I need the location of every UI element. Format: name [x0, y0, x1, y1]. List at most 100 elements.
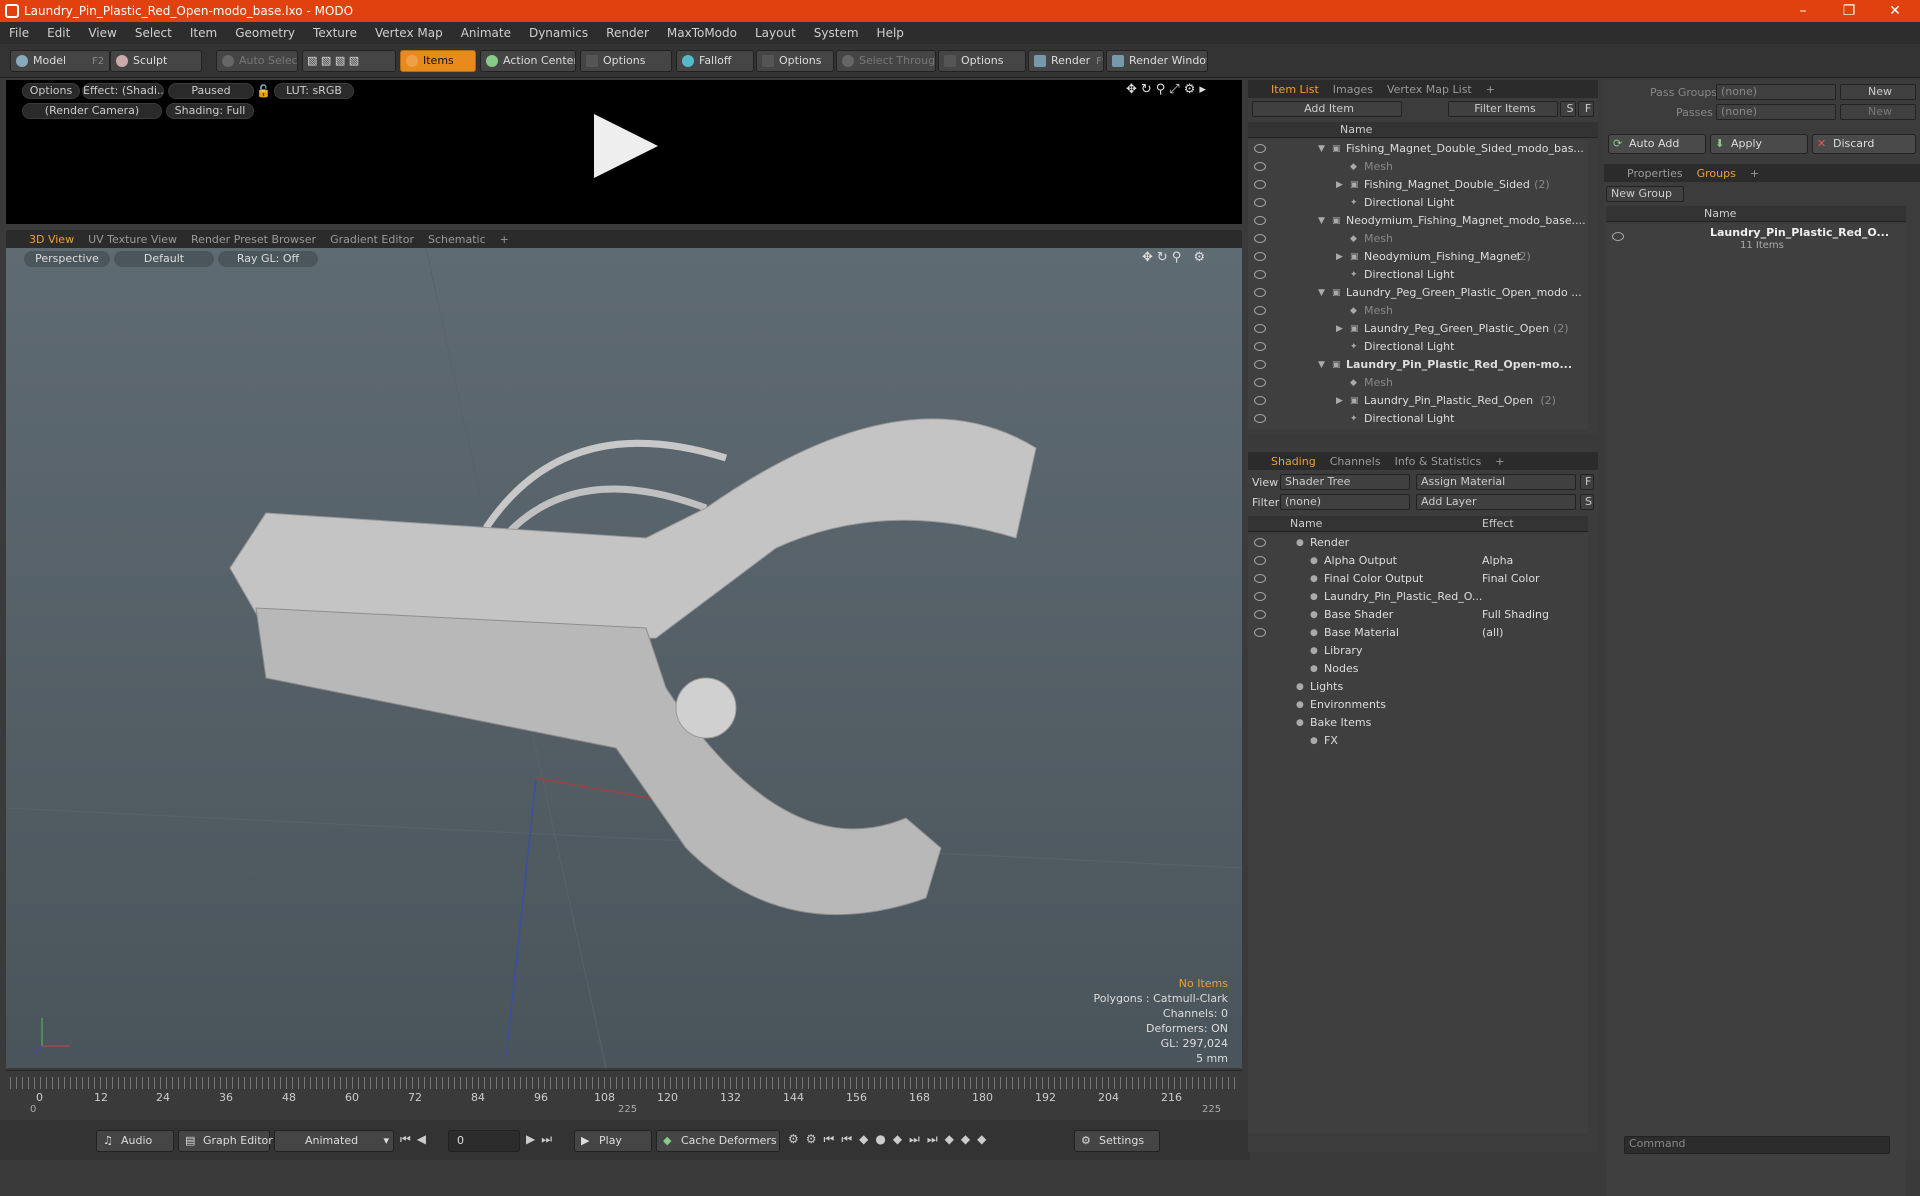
- apply-button[interactable]: ⬇ Apply: [1710, 134, 1808, 154]
- list-item[interactable]: ◆ Mesh: [1248, 374, 1588, 392]
- menu-select[interactable]: Select: [126, 26, 181, 40]
- list-item[interactable]: ▶ ▣ Laundry_Peg_Green_Plastic_Open (2): [1248, 320, 1588, 338]
- step-controls[interactable]: ▶⏭: [526, 1132, 558, 1147]
- expand-down-icon[interactable]: ▼: [1318, 356, 1325, 374]
- table-row[interactable]: ● Final Color Output Final Color: [1248, 570, 1588, 588]
- table-row[interactable]: ● Nodes: [1248, 660, 1588, 678]
- eye-icon[interactable]: [1254, 538, 1266, 547]
- view-dropdown[interactable]: Shader Tree: [1280, 474, 1410, 490]
- 3d-viewport[interactable]: Perspective Default Ray GL: Off ✥↻⚲ ⚙ No…: [6, 248, 1242, 1068]
- expand-down-icon[interactable]: ▼: [1318, 212, 1325, 230]
- tab-vertex-map-list[interactable]: Vertex Map List: [1380, 83, 1479, 96]
- selection-mode-icons[interactable]: ▧ ▧ ▧ ▧: [302, 50, 396, 72]
- eye-icon[interactable]: [1254, 628, 1266, 637]
- cache-deformers-button[interactable]: ◆ Cache Deformers: [656, 1130, 780, 1152]
- eye-icon[interactable]: [1254, 162, 1266, 171]
- sculpt-mode-button[interactable]: Sculpt: [110, 50, 202, 72]
- table-row[interactable]: ● Base Material (all): [1248, 624, 1588, 642]
- new-group-button[interactable]: New Group: [1606, 186, 1684, 202]
- menu-file[interactable]: File: [0, 26, 38, 40]
- add-tab-button[interactable]: +: [1488, 455, 1511, 468]
- list-item[interactable]: ◆ Mesh: [1248, 230, 1588, 248]
- graph-editor-button[interactable]: ▤ Graph Editor: [178, 1130, 273, 1152]
- eye-icon[interactable]: [1254, 556, 1266, 565]
- menu-help[interactable]: Help: [868, 26, 913, 40]
- layer-effect[interactable]: (all): [1482, 624, 1503, 642]
- maximize-button[interactable]: ❐: [1828, 0, 1870, 22]
- list-item[interactable]: ✦ Directional Light: [1248, 266, 1588, 284]
- expand-right-icon[interactable]: ▶: [1336, 248, 1343, 266]
- animated-dropdown[interactable]: Animated ▾: [274, 1130, 394, 1152]
- tab-3d-view[interactable]: 3D View: [22, 233, 81, 246]
- eye-icon[interactable]: [1254, 288, 1266, 297]
- close-button[interactable]: ✕: [1874, 0, 1916, 22]
- eye-icon[interactable]: [1254, 342, 1266, 351]
- table-row[interactable]: ● Base Shader Full Shading: [1248, 606, 1588, 624]
- list-item[interactable]: ▼ ▣ Laundry_Pin_Plastic_Red_Open-mo...: [1248, 356, 1588, 374]
- table-row[interactable]: ● Bake Items: [1248, 714, 1588, 732]
- skip-controls[interactable]: ⏮◀: [400, 1132, 432, 1147]
- expand-right-icon[interactable]: ▶: [1336, 392, 1343, 410]
- shading-f-button[interactable]: F: [1580, 474, 1594, 490]
- eye-icon[interactable]: [1254, 360, 1266, 369]
- list-item[interactable]: ▼ ▣ Laundry_Peg_Green_Plastic_Open_modo ..…: [1248, 284, 1588, 302]
- eye-icon[interactable]: [1254, 144, 1266, 153]
- falloff-button[interactable]: Falloff: [676, 50, 754, 72]
- eye-icon[interactable]: [1254, 414, 1266, 423]
- action-center-options-button[interactable]: Options: [580, 50, 672, 72]
- table-row[interactable]: ● Render: [1248, 534, 1588, 552]
- menu-geometry[interactable]: Geometry: [226, 26, 304, 40]
- eye-icon[interactable]: [1254, 180, 1266, 189]
- list-item[interactable]: ▼ ▣ Fishing_Magnet_Double_Sided_modo_bas..…: [1248, 140, 1588, 158]
- tab-uv-texture-view[interactable]: UV Texture View: [81, 233, 184, 246]
- auto-add-button[interactable]: ⟳ Auto Add: [1608, 134, 1706, 154]
- settings-button[interactable]: ⚙ Settings: [1074, 1130, 1160, 1152]
- preview-effect-dropdown[interactable]: Effect: (Shadi...: [82, 83, 164, 99]
- preview-nav-icons[interactable]: ✥↻⚲⤢⚙▸: [1126, 82, 1210, 97]
- tab-properties[interactable]: Properties: [1620, 167, 1690, 180]
- item-s-button[interactable]: S: [1560, 101, 1576, 117]
- render-window-button[interactable]: Render Window: [1106, 50, 1208, 72]
- discard-button[interactable]: ✕ Discard: [1812, 134, 1916, 154]
- eye-icon[interactable]: [1254, 396, 1266, 405]
- filter-items-input[interactable]: Filter Items: [1448, 101, 1558, 117]
- layer-effect[interactable]: Full Shading: [1482, 606, 1549, 624]
- assign-material-dropdown[interactable]: Assign Material: [1416, 474, 1576, 490]
- eye-icon[interactable]: [1254, 234, 1266, 243]
- new-pass-button[interactable]: New: [1840, 104, 1916, 120]
- falloff-options-button[interactable]: Options: [756, 50, 834, 72]
- menu-edit[interactable]: Edit: [38, 26, 79, 40]
- timeline[interactable]: 0 12 24 36 48 60 72 84 96 108 120 132 14…: [6, 1070, 1242, 1118]
- expand-down-icon[interactable]: ▼: [1318, 140, 1325, 158]
- tab-schematic[interactable]: Schematic: [421, 233, 493, 246]
- select-through-button[interactable]: Select Through: [836, 50, 936, 72]
- item-f-button[interactable]: F: [1578, 101, 1594, 117]
- audio-button[interactable]: ♫ Audio: [96, 1130, 174, 1152]
- shader-tree[interactable]: ● Render ● Alpha Output Alpha ● Final Color Ou…: [1248, 534, 1588, 1134]
- command-input[interactable]: Command: [1624, 1136, 1890, 1154]
- play-button[interactable]: ▶ Play: [574, 1130, 652, 1152]
- list-item[interactable]: ✦ Directional Light: [1248, 338, 1588, 356]
- eye-icon[interactable]: [1254, 270, 1266, 279]
- list-item[interactable]: ◆ Mesh: [1248, 302, 1588, 320]
- menu-vertex-map[interactable]: Vertex Map: [366, 26, 452, 40]
- layer-effect[interactable]: Final Color: [1482, 570, 1540, 588]
- list-item[interactable]: ▶ ▣ Neodymium_Fishing_Magnet (2): [1248, 248, 1588, 266]
- eye-icon[interactable]: [1254, 610, 1266, 619]
- eye-icon[interactable]: [1612, 232, 1624, 241]
- select-through-options-button[interactable]: Options: [938, 50, 1026, 72]
- key-controls[interactable]: ⚙⚙⏮⏮◆●◆⏭⏭◆◆◆: [788, 1132, 993, 1147]
- menu-item[interactable]: Item: [181, 26, 226, 40]
- tab-item-list[interactable]: Item List: [1264, 83, 1326, 96]
- tab-channels[interactable]: Channels: [1323, 455, 1388, 468]
- frame-input[interactable]: 0: [448, 1130, 520, 1152]
- expand-right-icon[interactable]: ▶: [1336, 320, 1343, 338]
- list-item[interactable]: ✦ Directional Light: [1248, 194, 1588, 212]
- items-mode-button[interactable]: Items: [400, 50, 476, 72]
- menu-maxtomodo[interactable]: MaxToModo: [658, 26, 746, 40]
- polygon-mode-icon[interactable]: ▧: [335, 54, 345, 67]
- preview-paused-button[interactable]: Paused: [168, 83, 254, 99]
- lut-dropdown[interactable]: LUT: sRGB: [274, 83, 354, 99]
- layer-effect[interactable]: Alpha: [1482, 552, 1513, 570]
- eye-icon[interactable]: [1254, 324, 1266, 333]
